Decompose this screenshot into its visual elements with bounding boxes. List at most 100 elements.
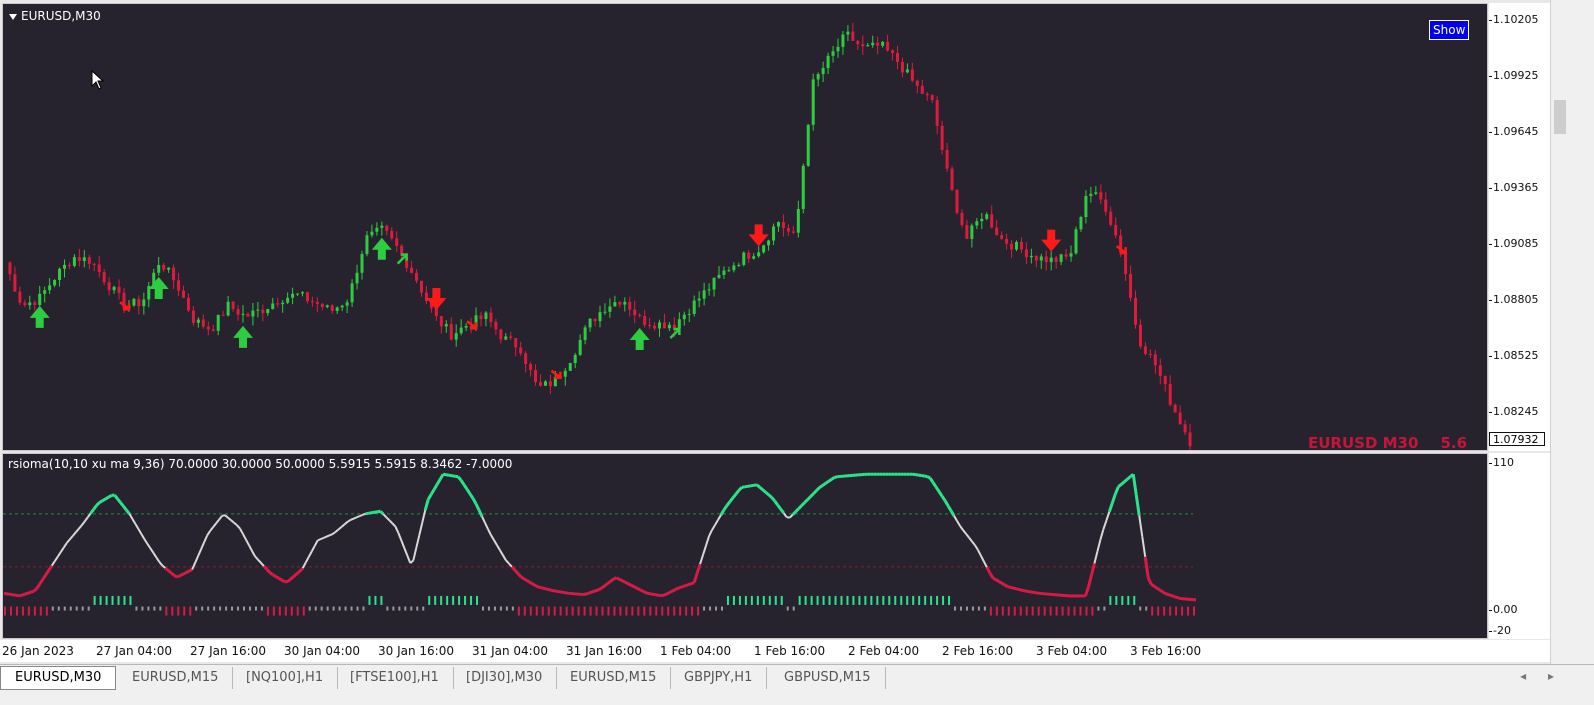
indicator-axis[interactable]: 1100.00-20 (1489, 453, 1557, 639)
candle-body (861, 44, 864, 46)
histogram-bar (267, 607, 269, 616)
price-axis[interactable]: 1.102051.099251.096451.093651.090851.088… (1489, 3, 1557, 451)
rsi-line-segment (1026, 591, 1029, 592)
symbol-label[interactable]: EURUSD,M30 (9, 9, 101, 23)
histogram-bar (458, 596, 460, 605)
tab-6[interactable]: GBPJPY,H1 (670, 667, 767, 689)
indicator-tick: -20 (1493, 624, 1511, 637)
scrollbar-thumb[interactable] (1554, 100, 1566, 134)
rsi-line-segment (829, 479, 832, 481)
rsi-line-segment (76, 529, 79, 533)
rsi-line-segment (760, 487, 763, 490)
rsi-line-segment (261, 563, 264, 566)
candle-body (693, 301, 696, 314)
histogram-bar (1115, 596, 1117, 605)
candle-body (53, 280, 56, 285)
rsi-line-segment (975, 545, 978, 550)
rsi-line-segment (497, 545, 500, 550)
rsi-line-segment (1103, 521, 1106, 530)
histogram-bar (34, 607, 36, 616)
rsi-line-segment (933, 483, 936, 488)
rsi-line-segment (255, 556, 258, 559)
chart-window[interactable]: EURUSD,M30 Show EURUSD M305.6 1.102051.0… (0, 0, 1568, 664)
candle-body (832, 51, 835, 56)
candle-body (608, 306, 611, 311)
price-chart[interactable]: EURUSD,M30 Show EURUSD M305.6 (2, 3, 1488, 451)
candle-body (584, 327, 587, 340)
candle-body (866, 45, 869, 46)
histogram-bar (1038, 607, 1040, 616)
rsi-line-segment (476, 504, 479, 510)
rsi-line-segment (330, 534, 333, 535)
rsi-line-segment (461, 480, 464, 485)
candle-body (415, 273, 418, 281)
rsi-line-segment (58, 552, 61, 557)
tab-3[interactable]: [FTSE100],H1 (336, 667, 454, 689)
rsi-line-segment (548, 589, 551, 590)
rsi-line-segment (10, 594, 13, 595)
candle-body (668, 325, 671, 328)
rsi-line-segment (542, 588, 545, 589)
tab-scroll-left-icon[interactable]: ◂ (1520, 669, 1526, 683)
candle-body (484, 313, 487, 319)
tab-scroll-right-icon[interactable]: ▸ (1548, 669, 1554, 683)
rsi-line-segment (240, 529, 243, 535)
time-axis[interactable]: 26 Jan 202327 Jan 04:0027 Jan 16:0030 Ja… (0, 640, 1568, 662)
rsi-line-segment (518, 573, 521, 576)
rsi-line-segment (488, 529, 491, 535)
candle-body (742, 253, 745, 265)
sell-arrow-icon (749, 224, 769, 246)
rsi-line-segment (742, 487, 745, 488)
histogram-bar (135, 607, 137, 611)
watermark-value: 5.6 (1440, 434, 1467, 451)
indicator-panel[interactable]: rsioma(10,10 xu ma 9,36) 70.0000 30.0000… (2, 453, 1488, 639)
candle-body (390, 231, 393, 238)
candle-body (931, 95, 934, 100)
candle-body (365, 235, 368, 254)
candle-body (232, 302, 235, 309)
tab-1[interactable]: EURUSD,M15 (118, 667, 233, 689)
histogram-bar (1181, 607, 1183, 616)
rsi-line-segment (312, 546, 315, 552)
rsi-line-segment (646, 593, 649, 594)
time-tick: 3 Feb 04:00 (1036, 644, 1107, 658)
candle-body (1114, 225, 1117, 236)
tab-7[interactable]: GBPUSD,M15 (770, 667, 886, 689)
candle-body (539, 382, 542, 386)
current-price-label: 1.07932 (1489, 432, 1545, 446)
rsi-line-segment (748, 486, 751, 487)
candle-body (673, 325, 676, 328)
histogram-bar (500, 607, 502, 611)
candle-body (1169, 384, 1172, 405)
candle-body (83, 257, 86, 261)
candle-body (1015, 242, 1018, 250)
rsi-line-segment (1157, 588, 1160, 590)
rsi-line-segment (165, 568, 168, 571)
price-tick: 1.09645 (1493, 125, 1539, 138)
candle-body (767, 240, 770, 245)
histogram-bar (1085, 607, 1087, 616)
histogram-bar (524, 607, 526, 616)
rsi-line-segment (109, 495, 112, 497)
rsi-line-segment (587, 593, 590, 594)
tab-5[interactable]: EURUSD,M15 (556, 667, 671, 689)
histogram-bar (195, 607, 197, 611)
tab-4[interactable]: [DJI30],M30 (452, 667, 557, 689)
time-tick: 31 Jan 16:00 (566, 644, 642, 658)
rsi-line-segment (784, 513, 787, 517)
rsi-line-segment (1032, 592, 1035, 593)
vertical-scrollbar[interactable] (1550, 0, 1569, 664)
price-tick: 1.09085 (1493, 237, 1539, 250)
show-button[interactable]: Show (1429, 20, 1469, 40)
rsi-line-segment (422, 510, 425, 523)
rsi-line-segment (82, 521, 85, 525)
histogram-bar (94, 596, 96, 605)
histogram-bar (685, 607, 687, 616)
histogram-bar (518, 607, 520, 616)
candle-body (589, 319, 592, 328)
tab-0[interactable]: EURUSD,M30 (0, 666, 116, 690)
candle-body (936, 100, 939, 126)
collapse-triangle-icon[interactable] (9, 14, 17, 20)
rsi-line-segment (643, 591, 646, 593)
tab-2[interactable]: [NQ100],H1 (232, 667, 338, 689)
